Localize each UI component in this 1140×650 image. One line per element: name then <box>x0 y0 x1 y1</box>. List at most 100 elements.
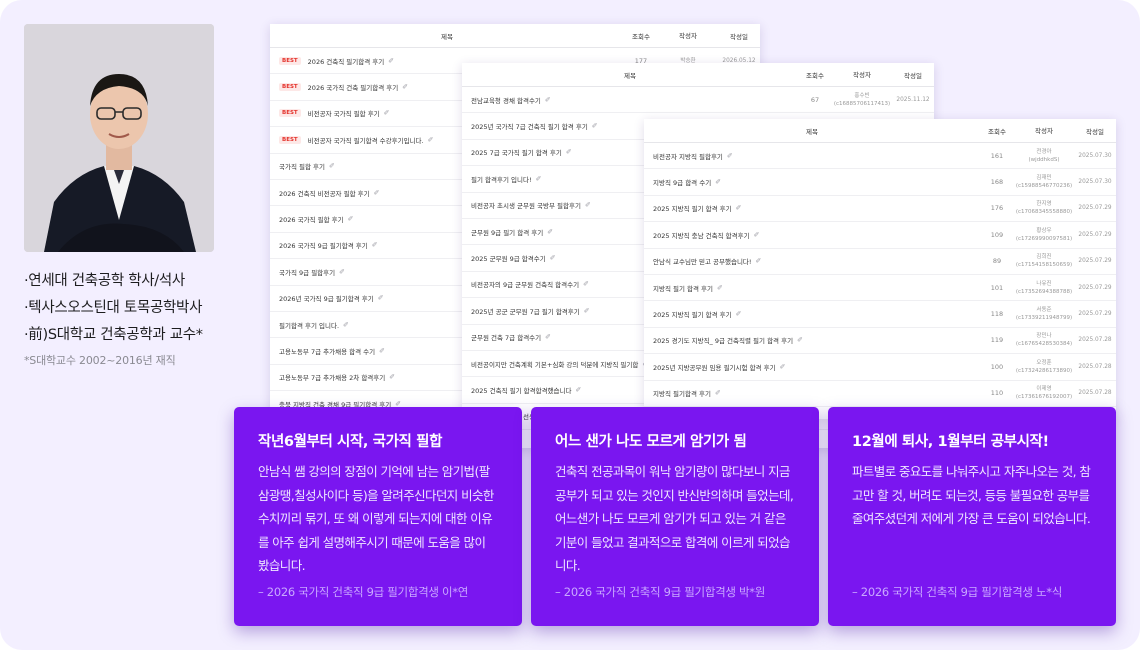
row-views: 89 <box>992 257 1002 266</box>
table-header: 제목 조회수 작성자 작성일 <box>270 24 760 48</box>
paperclip-icon: ✐ <box>402 83 409 92</box>
row-title-link[interactable]: 국가직 필합 후기 <box>279 161 325 171</box>
column-header-author: 작성자 <box>853 70 871 79</box>
row-date: 2025.07.28 <box>1078 390 1112 397</box>
row-title-link[interactable]: 필기합격 후기 입니다. <box>279 320 339 330</box>
row-title-link[interactable]: 군무원 9급 필기 합격 후기 <box>471 227 543 237</box>
row-title-link[interactable]: 2026년 국가직 9급 필기합격 후기 <box>279 293 374 303</box>
row-title-link[interactable]: 비전공자의 9급 군무원 건축직 합격수기 <box>471 279 579 289</box>
table-row[interactable]: 안남식 교수님만 믿고 공부했습니다! ✐ 89 김희진 (c171541581506… <box>644 249 1116 275</box>
row-date: 2025.07.29 <box>1078 258 1112 265</box>
row-author: 홍수빈 (c16885706117413) <box>833 92 891 107</box>
table-row[interactable]: 2025년 지방공무원 임용 필기시험 합격 후기 ✐ 100 오정훈 (c17324… <box>644 354 1116 381</box>
row-author: 나유진 (c17352694388788) <box>1015 280 1073 295</box>
row-title-cell[interactable]: 2025년 지방공무원 임용 필기시험 합격 후기 ✐ <box>644 362 980 372</box>
table-row[interactable]: 2025 지방직 충남 건축직 합격후기 ✐ 109 황상우 (c1726999009… <box>644 222 1116 249</box>
row-title-link[interactable]: 2026 건축직 필기합격 후기 <box>308 56 385 66</box>
best-badge: BEST <box>279 109 301 118</box>
row-title-link[interactable]: 2025 군무원 9급 합격수기 <box>471 253 546 263</box>
paperclip-icon: ✐ <box>565 148 572 157</box>
row-title-link[interactable]: 2026 국가직 9급 필기합격 후기 <box>279 240 368 250</box>
row-title-cell[interactable]: 지방직 필기합격 후기 ✐ <box>644 388 980 398</box>
row-title-cell[interactable]: 지방직 9급 합격 수기 ✐ <box>644 177 980 187</box>
row-title-cell[interactable]: 안남식 교수님만 믿고 공부했습니다! ✐ <box>644 256 980 266</box>
row-title-link[interactable]: 2025년 국가직 7급 건축직 필기 합격 후기 <box>471 121 588 131</box>
paperclip-icon: ✐ <box>715 178 722 187</box>
row-title-cell[interactable]: 2025 지방직 필기 합격 후기 ✐ <box>644 309 980 319</box>
paperclip-icon: ✐ <box>735 310 742 319</box>
row-title-link[interactable]: 비전공자 국가직 필기합격 수강후기입니다. <box>308 135 424 145</box>
row-title-link[interactable]: 지방직 9급 합격 수기 <box>653 177 711 187</box>
paperclip-icon: ✐ <box>591 122 598 131</box>
row-title-link[interactable]: 2026 국가직 필합 후기 <box>279 214 344 224</box>
row-title-cell[interactable]: 2025 경기도 지방직_ 9급 건축직렬 필기 합격 후기 ✐ <box>644 335 980 345</box>
row-title-link[interactable]: 고용노동부 7급 추가채용 합격 수기 <box>279 346 375 356</box>
column-header-views: 조회수 <box>988 127 1006 136</box>
row-title-cell[interactable]: 전남교육청 경채 합격수기 ✐ <box>462 95 798 105</box>
row-title-link[interactable]: 2025 지방직 충남 건축직 합격후기 <box>653 230 750 240</box>
row-views: 168 <box>990 178 1004 187</box>
row-title-link[interactable]: 2026 건축직 비전공자 필합 후기 <box>279 188 370 198</box>
row-date: 2025.11.12 <box>896 96 930 103</box>
table-row[interactable]: 비전공자 지방직 필합후기 ✐ 161 전경아 (wjddhkdS) 2025.07.3… <box>644 143 1116 170</box>
review-board-local: 제목 조회수 작성자 작성일 비전공자 지방직 필합후기 ✐ 161 전경아 (wjddhkd… <box>644 119 1116 419</box>
row-title-link[interactable]: 2025 건축직 필기 합격합격했습니다 <box>471 385 571 395</box>
row-title-cell[interactable]: 2025 지방직 충남 건축직 합격후기 ✐ <box>644 230 980 240</box>
column-header-views: 조회수 <box>632 32 650 41</box>
paperclip-icon: ✐ <box>717 283 723 292</box>
table-row[interactable]: 2025 지방직 필기 합격 후기 ✐ 118 서동준 (c1733921194879… <box>644 301 1116 328</box>
paperclip-icon: ✐ <box>371 241 378 250</box>
row-views: 100 <box>990 362 1004 371</box>
table-row[interactable]: 전남교육청 경채 합격수기 ✐ 67 홍수빈 (c16885706117413) 202… <box>462 87 934 114</box>
row-title-link[interactable]: 2025 지방직 필기 합격 후기 <box>653 203 732 213</box>
paperclip-icon: ✐ <box>343 320 349 329</box>
row-title-link[interactable]: 고용노동부 7급 추가채용 2차 합격후기 <box>279 372 385 382</box>
row-title-link[interactable]: 비전공자 초시생 군무원 국방부 필합후기 <box>471 200 581 210</box>
row-title-link[interactable]: 국가직 9급 필합후기 <box>279 267 335 277</box>
paperclip-icon: ✐ <box>383 109 390 118</box>
row-title-link[interactable]: 지방직 필기 합격 후기 <box>653 283 713 293</box>
row-title-link[interactable]: 2025년 공군 군무원 7급 필기 합격후기 <box>471 306 580 316</box>
row-title-cell[interactable]: 2025 지방직 필기 합격 후기 ✐ <box>644 203 980 213</box>
paperclip-icon: ✐ <box>379 346 385 355</box>
row-title-link[interactable]: 군무원 건축 7급 합격수기 <box>471 332 541 342</box>
row-title-link[interactable]: 2025 경기도 지방직_ 9급 건축직렬 필기 합격 후기 <box>653 335 793 345</box>
row-title-link[interactable]: 비전공자 지방직 필합후기 <box>653 151 723 161</box>
testimonial-title: 작년6월부터 시작, 국가직 필합 <box>258 434 443 450</box>
best-badge: BEST <box>279 135 301 144</box>
row-title-cell[interactable]: 지방직 필기 합격 후기 ✐ <box>644 283 980 293</box>
table-row[interactable]: 2025 지방직 필기 합격 후기 ✐ 176 한지영 (c1706834555888… <box>644 196 1116 223</box>
paperclip-icon: ✐ <box>377 294 384 303</box>
testimonial-title: 어느 샌가 나도 모르게 암기가 됨 <box>555 434 747 450</box>
paperclip-icon: ✐ <box>779 362 786 371</box>
best-badge: BEST <box>279 83 301 92</box>
bio-note: *S대학교수 2002~2016년 재직 <box>24 354 176 367</box>
column-header-author: 작성자 <box>679 31 697 40</box>
table-row[interactable]: 2025 경기도 지방직_ 9급 건축직렬 필기 합격 후기 ✐ 119 장민나 (c… <box>644 328 1116 355</box>
testimonial-card: 12월에 퇴사, 1월부터 공부시작! 파트별로 중요도를 나눠주시고 자주나오… <box>828 407 1116 626</box>
table-row[interactable]: 지방직 필기합격 후기 ✐ 110 이제영 (c17361676192007) 2025… <box>644 381 1116 407</box>
paperclip-icon: ✐ <box>583 280 589 289</box>
row-date: 2025.07.29 <box>1078 284 1112 291</box>
row-title-link[interactable]: 지방직 필기합격 후기 <box>653 388 711 398</box>
row-title-cell[interactable]: 비전공자 지방직 필합후기 ✐ <box>644 151 980 161</box>
row-title-link[interactable]: 2025 지방직 필기 합격 후기 <box>653 309 732 319</box>
row-date: 2025.07.30 <box>1078 152 1112 159</box>
table-row[interactable]: 지방직 9급 합격 수기 ✐ 168 김재민 (c15988546770236) 202… <box>644 169 1116 196</box>
paperclip-icon: ✐ <box>726 151 733 160</box>
row-title-link[interactable]: 필기 합격후기 입니다! <box>471 174 532 184</box>
row-author: 이제영 (c17361676192007) <box>1015 386 1073 401</box>
row-title-link[interactable]: 안남식 교수님만 믿고 공부했습니다! <box>653 256 752 266</box>
row-author: 전경아 (wjddhkdS) <box>1028 148 1060 163</box>
paperclip-icon: ✐ <box>388 56 395 65</box>
row-title-link[interactable]: 비전공이지만 건축계획 기본+심화 강의 덕분에 지방직 필기합 <box>471 359 638 369</box>
row-title-link[interactable]: 비전공자 국가직 필합 후기 <box>308 108 380 118</box>
row-title-link[interactable]: 2025 7급 국가직 필기 합격 후기 <box>471 147 562 157</box>
table-row[interactable]: 지방직 필기 합격 후기 ✐ 101 나유진 (c17352694388788) 202… <box>644 275 1116 302</box>
instructor-photo <box>24 24 214 252</box>
row-title-link[interactable]: 2026 국가직 건축 필기합격 후기 <box>308 82 399 92</box>
row-title-link[interactable]: 전남교육청 경채 합격수기 <box>471 95 541 105</box>
row-date: 2025.07.29 <box>1078 311 1112 318</box>
row-title-link[interactable]: 2025년 지방공무원 임용 필기시험 합격 후기 <box>653 362 776 372</box>
row-author: 한지영 (c17068345558880) <box>1015 201 1073 216</box>
